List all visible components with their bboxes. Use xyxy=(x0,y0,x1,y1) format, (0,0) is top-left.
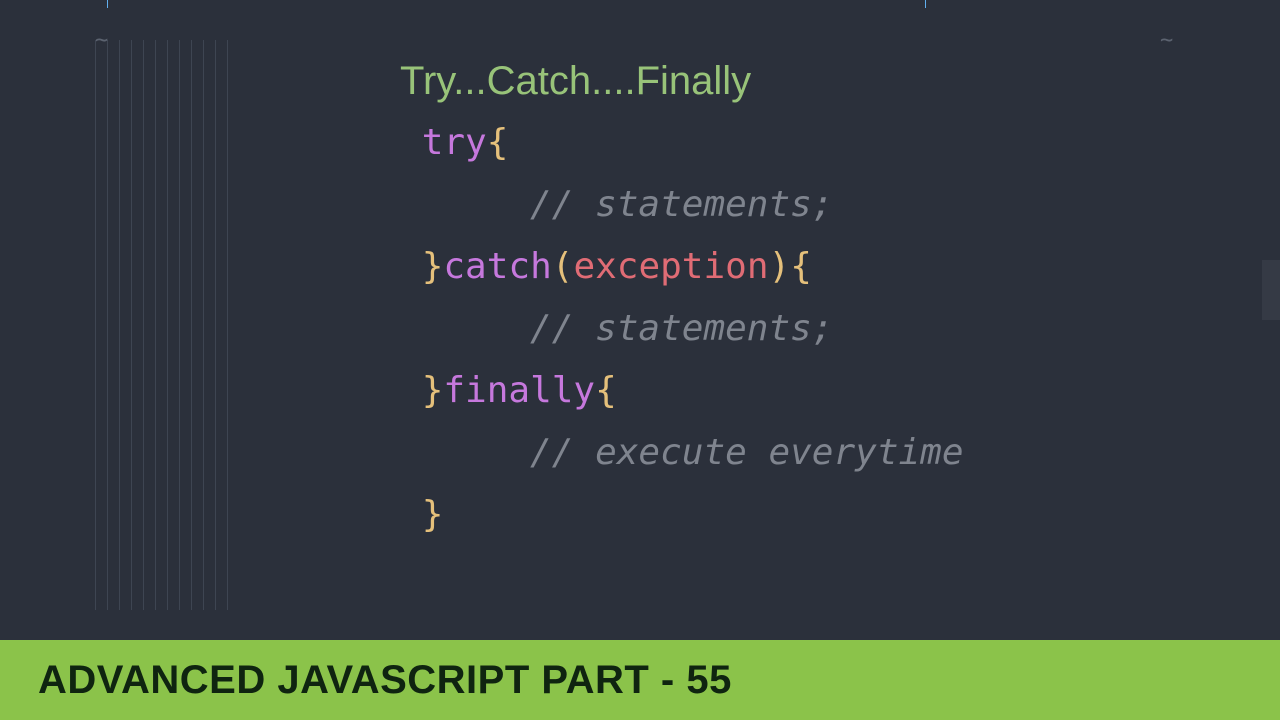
code-line: }finally{ xyxy=(400,360,964,422)
scrollbar-region[interactable] xyxy=(1262,260,1280,320)
exception-param: exception xyxy=(573,246,768,287)
brace-open: { xyxy=(790,246,812,287)
footer-title: ADVANCED JAVASCRIPT PART - 55 xyxy=(38,658,732,703)
brace-close: } xyxy=(422,494,444,535)
indent-guide-line xyxy=(119,40,120,610)
ruler-top xyxy=(0,0,1280,8)
indent-guide-line xyxy=(215,40,216,610)
ruler-mark xyxy=(107,0,108,8)
indent-guide-line xyxy=(131,40,132,610)
try-keyword: try xyxy=(422,122,487,163)
comment-text: // execute everytime xyxy=(530,432,963,473)
indent-guide-line xyxy=(107,40,108,610)
brace-close: } xyxy=(422,246,444,287)
indent-guide-line xyxy=(143,40,144,610)
paren-open: ( xyxy=(552,246,574,287)
catch-keyword: catch xyxy=(443,246,551,287)
indent-guide-line xyxy=(191,40,192,610)
indent-guide-line xyxy=(167,40,168,610)
code-line: try{ xyxy=(400,112,964,174)
code-line: } xyxy=(400,484,964,546)
code-editor-area: ~ ~ Try...Catch....Finally try{ // state… xyxy=(0,0,1280,640)
finally-keyword: finally xyxy=(443,370,595,411)
indent-guide-line xyxy=(203,40,204,610)
brace-open: { xyxy=(595,370,617,411)
footer-banner: ADVANCED JAVASCRIPT PART - 55 xyxy=(0,640,1280,720)
section-heading: Try...Catch....Finally xyxy=(400,50,964,112)
indent-guide-line xyxy=(227,40,228,610)
code-line: // statements; xyxy=(400,298,964,360)
ruler-mark xyxy=(925,0,926,8)
brace-open: { xyxy=(487,122,509,163)
code-line: // execute everytime xyxy=(400,422,964,484)
code-block[interactable]: Try...Catch....Finally try{ // statement… xyxy=(400,50,964,546)
indent-guide-line xyxy=(179,40,180,610)
brace-close: } xyxy=(422,370,444,411)
paren-close: ) xyxy=(769,246,791,287)
comment-text: // statements; xyxy=(530,308,833,349)
code-line: }catch(exception){ xyxy=(400,236,964,298)
tilde-icon: ~ xyxy=(1160,28,1173,53)
indent-guide-line xyxy=(95,40,96,610)
code-line: // statements; xyxy=(400,174,964,236)
comment-text: // statements; xyxy=(530,184,833,225)
indent-guide-line xyxy=(155,40,156,610)
